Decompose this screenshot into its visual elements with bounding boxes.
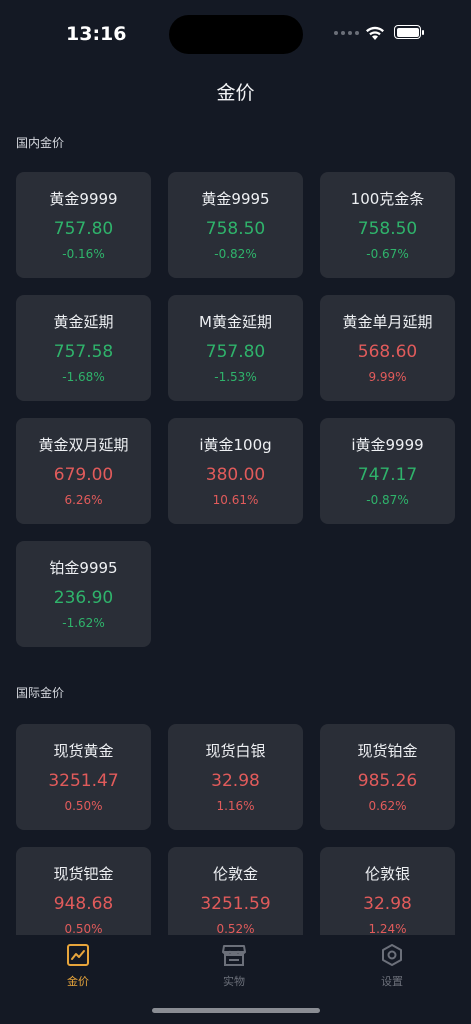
price-card-value: 747.17 (357, 465, 418, 485)
price-card[interactable]: 铂金9995 236.90 -1.62% (16, 541, 151, 647)
price-card-name: i黄金100g (199, 436, 272, 454)
price-card-value: 32.98 (363, 894, 412, 914)
price-card-name: 黄金延期 (53, 313, 114, 331)
price-card[interactable]: 现货白银 32.98 1.16% (168, 724, 303, 830)
chart-icon (67, 944, 89, 966)
status-bar: 13:16 (0, 0, 471, 60)
price-card-name: 铂金9995 (49, 559, 118, 577)
price-card-change: 6.26% (64, 493, 103, 507)
price-card-change: -0.16% (62, 247, 105, 261)
dynamic-island (169, 15, 303, 54)
price-card-name: 伦敦银 (364, 865, 410, 883)
price-card[interactable]: 黄金双月延期 679.00 6.26% (16, 418, 151, 524)
price-card-value: 758.50 (205, 219, 266, 239)
price-card[interactable]: 现货黄金 3251.47 0.50% (16, 724, 151, 830)
price-card-change: 0.52% (216, 922, 255, 936)
battery-icon (394, 25, 424, 39)
cellular-signal-icon (334, 31, 359, 35)
price-card-change: -0.67% (366, 247, 409, 261)
price-card-change: 9.99% (368, 370, 407, 384)
domestic-price-grid: 黄金9999 757.80 -0.16% 黄金9995 758.50 -0.82% 100克… (16, 172, 455, 647)
gear-icon (382, 944, 402, 966)
status-time: 13:16 (66, 23, 127, 45)
domestic-section-title: 国内金价 (16, 136, 65, 150)
price-card-name: 黄金9999 (49, 190, 118, 208)
price-card-value: 757.80 (205, 342, 266, 362)
price-card-name: 现货白银 (205, 742, 266, 760)
price-card-name: 伦敦金 (212, 865, 258, 883)
price-card-value: 32.98 (211, 771, 260, 791)
price-card-name: 现货钯金 (53, 865, 114, 883)
price-card-name: 现货黄金 (53, 742, 114, 760)
price-card-name: 黄金单月延期 (342, 313, 433, 331)
price-card-change: 0.50% (64, 799, 103, 813)
price-card-change: -0.82% (214, 247, 257, 261)
price-card[interactable]: i黄金100g 380.00 10.61% (168, 418, 303, 524)
tab-gold-price[interactable]: 金价 (38, 943, 118, 989)
home-indicator (152, 1008, 320, 1013)
international-section-title: 国际金价 (16, 686, 65, 700)
price-card-value: 236.90 (53, 588, 114, 608)
tab-label: 金价 (67, 975, 89, 988)
price-card-change: -1.62% (62, 616, 105, 630)
price-card[interactable]: 黄金单月延期 568.60 9.99% (320, 295, 455, 401)
price-card-value: 679.00 (53, 465, 114, 485)
price-card[interactable]: 黄金延期 757.58 -1.68% (16, 295, 151, 401)
price-card-value: 3251.47 (48, 771, 119, 791)
international-price-grid: 现货黄金 3251.47 0.50% 现货白银 32.98 1.16% 现货铂金 985.26… (16, 724, 455, 953)
price-card-change: 1.16% (216, 799, 255, 813)
price-card-value: 380.00 (205, 465, 266, 485)
tab-label: 实物 (223, 975, 245, 988)
price-card-name: 100克金条 (350, 190, 425, 208)
price-card[interactable]: 黄金9999 757.80 -0.16% (16, 172, 151, 278)
price-card[interactable]: 黄金9995 758.50 -0.82% (168, 172, 303, 278)
price-card-change: 0.62% (368, 799, 407, 813)
price-card-value: 757.58 (53, 342, 114, 362)
price-card-change: 1.24% (368, 922, 407, 936)
price-card-change: 10.61% (212, 493, 259, 507)
price-card-change: -0.87% (366, 493, 409, 507)
price-card-name: M黄金延期 (199, 313, 272, 331)
tab-settings[interactable]: 设置 (352, 943, 432, 989)
price-card-value: 757.80 (53, 219, 114, 239)
price-card-value: 3251.59 (200, 894, 271, 914)
price-card-name: 黄金9995 (201, 190, 270, 208)
price-card[interactable]: M黄金延期 757.80 -1.53% (168, 295, 303, 401)
tab-physical[interactable]: 实物 (194, 943, 274, 989)
price-card[interactable]: 现货铂金 985.26 0.62% (320, 724, 455, 830)
wifi-icon (366, 26, 384, 40)
price-card-value: 568.60 (357, 342, 418, 362)
price-card-change: 0.50% (64, 922, 103, 936)
page-title: 金价 (216, 82, 255, 104)
price-card-change: -1.53% (214, 370, 257, 384)
price-card-value: 758.50 (357, 219, 418, 239)
price-card-change: -1.68% (62, 370, 105, 384)
price-card[interactable]: i黄金9999 747.17 -0.87% (320, 418, 455, 524)
price-card-value: 985.26 (357, 771, 418, 791)
price-card-name: 现货铂金 (357, 742, 418, 760)
price-card-name: i黄金9999 (351, 436, 424, 454)
price-card-name: 黄金双月延期 (38, 436, 129, 454)
price-card[interactable]: 100克金条 758.50 -0.67% (320, 172, 455, 278)
price-card-value: 948.68 (53, 894, 114, 914)
store-icon (222, 945, 246, 966)
tab-label: 设置 (381, 975, 403, 988)
